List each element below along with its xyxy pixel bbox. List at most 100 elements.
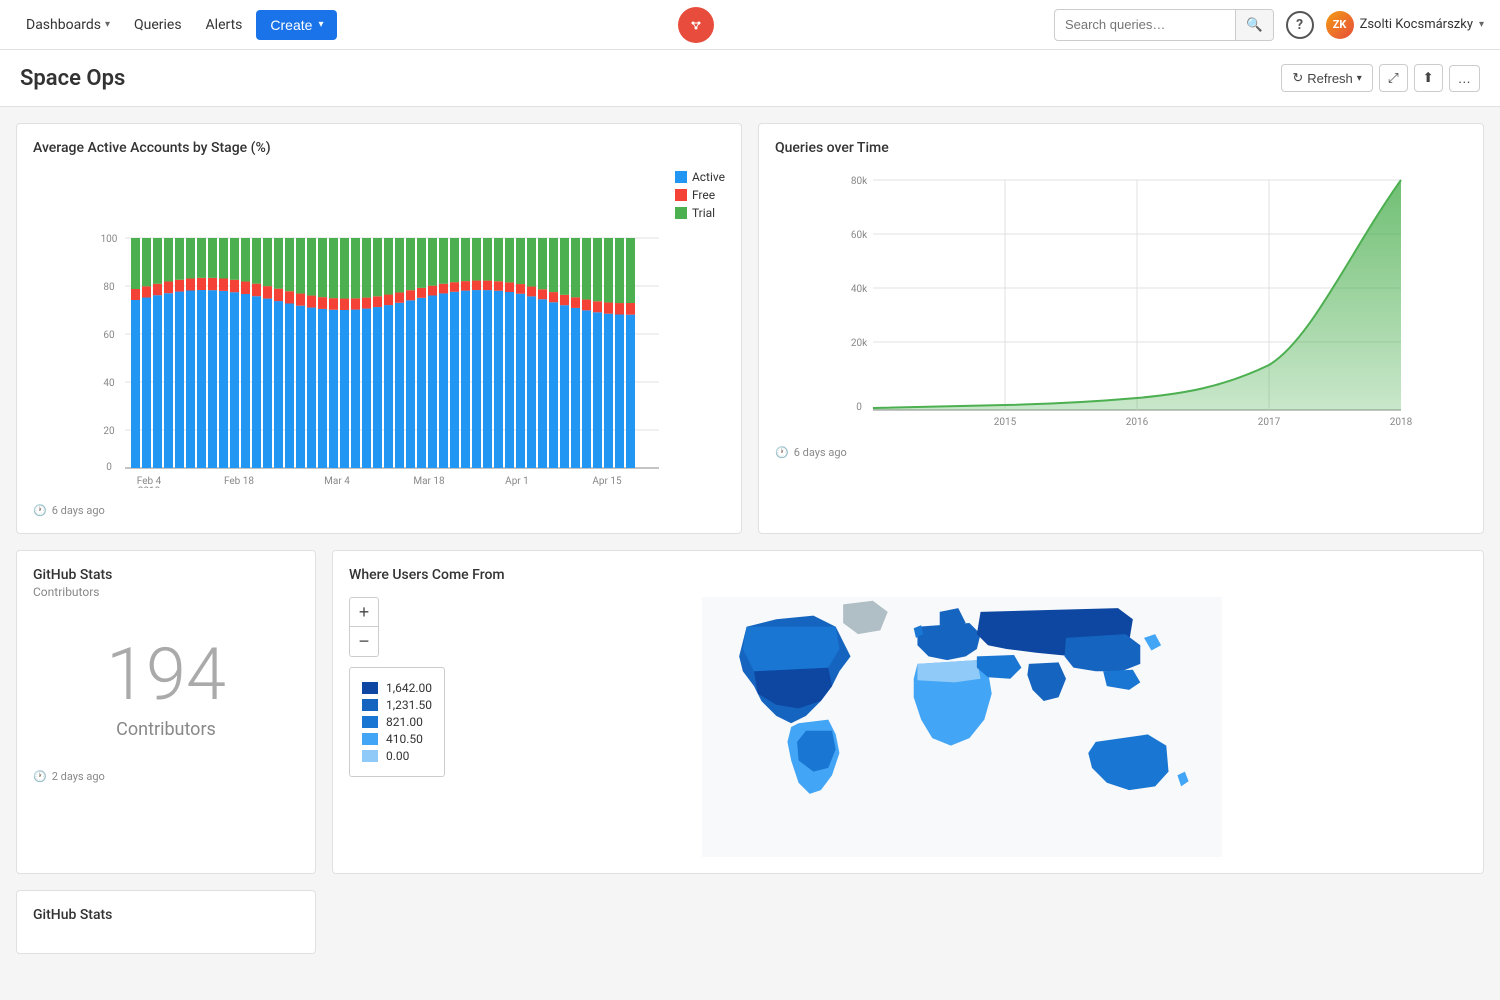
svg-text:2016: 2016: [1126, 417, 1149, 428]
map-legend: 1,642.00 1,231.50 821.00 410.50: [349, 667, 445, 777]
nav-dashboards[interactable]: Dashboards ▾: [16, 11, 120, 39]
legend-active: Active: [675, 170, 725, 184]
svg-text:Apr 1: Apr 1: [505, 476, 529, 487]
more-icon: …: [1458, 71, 1471, 86]
main-content: Average Active Accounts by Stage (%) Act…: [0, 107, 1500, 970]
canada: [743, 627, 840, 672]
github-subtitle: Contributors: [33, 585, 299, 599]
svg-text:60: 60: [103, 330, 115, 341]
bar-chart-card: Average Active Accounts by Stage (%) Act…: [16, 123, 742, 534]
zoom-in-button[interactable]: +: [349, 597, 379, 627]
clock-icon: 🕐: [33, 504, 47, 517]
map-legend-item-3: 821.00: [362, 715, 432, 729]
svg-text:Mar 18: Mar 18: [413, 476, 445, 487]
svg-text:80k: 80k: [851, 176, 868, 187]
github-footer: 🕐 2 days ago: [33, 770, 299, 783]
refresh-icon: ↻: [1292, 70, 1303, 86]
map-layout: + − 1,642.00 1,231.50: [349, 597, 1467, 857]
svg-text:Mar 4: Mar 4: [324, 476, 350, 487]
bottom-row: GitHub Stats Contributors 194 Contributo…: [16, 550, 1484, 874]
github-stats-2-title: GitHub Stats: [33, 907, 299, 923]
share-icon: ⬆: [1423, 70, 1434, 85]
svg-text:2018: 2018: [138, 486, 161, 488]
world-map-container: [457, 597, 1467, 857]
svg-text:40k: 40k: [851, 284, 868, 295]
area-chart-footer: 🕐 6 days ago: [775, 446, 1467, 459]
search-box[interactable]: 🔍: [1054, 9, 1274, 41]
top-navigation: Dashboards ▾ Queries Alerts Create ▾ 🔍: [0, 0, 1500, 50]
legend-color-1: [362, 682, 378, 694]
map-title: Where Users Come From: [349, 567, 1467, 583]
svg-text:Feb 18: Feb 18: [224, 476, 254, 487]
header-actions: ↻ Refresh ▾ ⤢ ⬆ …: [1281, 64, 1480, 92]
top-row: Average Active Accounts by Stage (%) Act…: [16, 123, 1484, 534]
nav-queries[interactable]: Queries: [124, 11, 192, 39]
map-legend-item-5: 0.00: [362, 749, 432, 763]
search-button[interactable]: 🔍: [1235, 10, 1273, 40]
map-legend-item-4: 410.50: [362, 732, 432, 746]
svg-text:0: 0: [856, 402, 862, 413]
zoom-out-button[interactable]: −: [349, 627, 379, 657]
area-chart-title: Queries over Time: [775, 140, 1467, 156]
world-map-svg: [457, 597, 1467, 857]
github-stats-card: GitHub Stats Contributors 194 Contributo…: [16, 550, 316, 874]
area-chart-svg: 80k 60k 40k 20k 0: [775, 170, 1467, 430]
nav-right-section: 🔍 ? ZK Zsolti Kocsmárszky ▾: [1054, 9, 1484, 41]
page-header: Space Ops ↻ Refresh ▾ ⤢ ⬆ …: [0, 50, 1500, 107]
legend-color-3: [362, 716, 378, 728]
github-stats-2-card: GitHub Stats: [16, 890, 316, 954]
refresh-button[interactable]: ↻ Refresh ▾: [1281, 64, 1372, 92]
search-input[interactable]: [1055, 17, 1235, 32]
more-button[interactable]: …: [1449, 65, 1480, 92]
user-avatar: ZK: [1326, 11, 1354, 39]
svg-text:2015: 2015: [994, 417, 1017, 428]
map-zoom-controls: + −: [349, 597, 445, 657]
clock-icon-2: 🕐: [775, 446, 789, 459]
legend-color-4: [362, 733, 378, 745]
bar-chart-title: Average Active Accounts by Stage (%): [33, 140, 725, 156]
area-chart-card: Queries over Time 80k 60k 40k 20k 0: [758, 123, 1484, 534]
nav-alerts[interactable]: Alerts: [196, 11, 253, 39]
north-africa: [917, 660, 980, 682]
create-button[interactable]: Create ▾: [256, 10, 337, 40]
github-value: 194: [33, 639, 299, 711]
clock-icon-3: 🕐: [33, 770, 47, 783]
user-menu[interactable]: ZK Zsolti Kocsmárszky ▾: [1326, 11, 1484, 39]
legend-color-5: [362, 750, 378, 762]
user-chevron-icon: ▾: [1479, 19, 1484, 30]
refresh-dropdown-icon: ▾: [1357, 73, 1362, 84]
svg-text:0: 0: [106, 462, 112, 473]
legend-color-2: [362, 699, 378, 711]
bar-chart-svg: 100 80 60 40 20 0: [33, 228, 725, 488]
third-row: GitHub Stats: [16, 890, 1484, 954]
legend-trial-color: [675, 207, 687, 219]
bar-chart-footer: 🕐 6 days ago: [33, 504, 725, 517]
svg-text:20: 20: [103, 426, 115, 437]
svg-text:2018: 2018: [1390, 417, 1413, 428]
svg-text:100: 100: [101, 234, 118, 245]
create-chevron-icon: ▾: [318, 19, 323, 30]
dashboards-chevron-icon: ▾: [105, 19, 110, 30]
china: [1065, 634, 1141, 671]
map-card: Where Users Come From + − 1,642.00: [332, 550, 1484, 874]
svg-text:20k: 20k: [851, 338, 868, 349]
fullscreen-button[interactable]: ⤢: [1379, 64, 1408, 92]
svg-text:Apr 15: Apr 15: [592, 476, 622, 487]
legend-active-color: [675, 171, 687, 183]
legend-free-color: [675, 189, 687, 201]
map-legend-item-1: 1,642.00: [362, 681, 432, 695]
app-logo: [678, 7, 714, 43]
github-title: GitHub Stats: [33, 567, 299, 583]
map-controls-section: + − 1,642.00 1,231.50: [349, 597, 445, 857]
svg-text:60k: 60k: [851, 230, 868, 241]
svg-text:80: 80: [103, 282, 115, 293]
github-value-label: Contributors: [33, 719, 299, 740]
logo-container: [341, 7, 1049, 43]
svg-text:2017: 2017: [1258, 417, 1281, 428]
share-button[interactable]: ⬆: [1414, 64, 1443, 92]
map-legend-item-2: 1,231.50: [362, 698, 432, 712]
page-title: Space Ops: [20, 66, 125, 91]
help-button[interactable]: ?: [1286, 11, 1314, 39]
svg-text:40: 40: [103, 378, 115, 389]
legend-trial: Trial: [675, 206, 725, 220]
